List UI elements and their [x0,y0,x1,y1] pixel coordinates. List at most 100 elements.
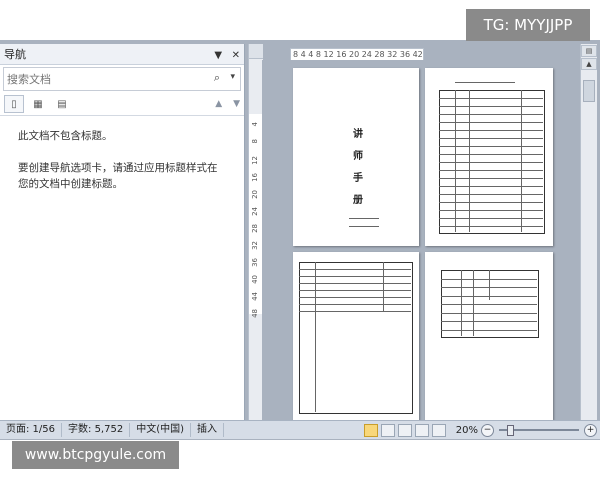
nav-message-1: 此文档不包含标题。 [18,130,113,142]
tab-results-icon[interactable]: ▤ [52,95,72,113]
ruler-tick-label: 4 [251,122,259,127]
table-col [473,270,474,336]
nav-title: 导航 [4,48,26,61]
close-icon[interactable]: ✕ [232,50,240,61]
page-heading-line [455,82,515,83]
table-row [439,186,543,187]
document-area[interactable]: 讲 师 手 册 [262,60,580,420]
nav-dropdown-icon[interactable]: ▼ [214,50,222,61]
ruler-tick-label: 20 [251,190,259,199]
table-row [439,210,543,211]
cover-title: 讲 师 手 册 [351,124,365,212]
cover-line [349,218,379,219]
zoom-knob[interactable] [507,425,514,436]
table-row [441,278,537,280]
zoom-slider[interactable] [499,425,579,436]
nav-controls: ▼ ✕ [208,48,240,61]
ruler-tick-label: 28 [251,224,259,233]
vertical-ruler-scale: 4 8 12 16 20 24 28 32 36 40 44 48 [249,114,263,318]
table-row [299,311,411,312]
nav-message-2: 要创建导航选项卡，请通过应用标题样式在您的文档中创建标题。 [18,162,218,190]
title-char: 手 [353,173,363,184]
table-row [299,297,411,298]
scroll-thumb[interactable] [583,80,595,102]
print-layout-icon[interactable] [363,423,378,437]
table-row [299,283,411,284]
page-1[interactable]: 讲 师 手 册 [293,68,419,246]
ruler-icon[interactable]: ▤ [581,45,597,57]
table-row [439,114,543,115]
ruler-tick-label: 12 [251,156,259,165]
search-icon[interactable]: ⌕ [214,71,220,85]
outline-icon[interactable] [414,423,429,437]
status-bar: 页面: 1/56 字数: 5,752 中文(中国) 插入 20% − + [0,420,600,439]
ruler-tick-label: 8 [251,139,259,144]
table-row [439,130,543,131]
zoom-control: 20% − + [456,423,600,437]
page-count[interactable]: 页面: 1/56 [0,423,63,437]
title-char: 册 [353,195,363,206]
ruler-tick-label: 48 [251,309,259,318]
table-row [299,304,411,305]
table-col [461,270,462,336]
table-row [439,138,543,139]
zoom-out-icon[interactable]: − [481,423,494,437]
tab-headings-icon[interactable]: ▯ [4,95,24,113]
watermark-bottom: www.btcpgyule.com [12,441,179,469]
table-row [441,295,537,297]
ruler-tick-label: 40 [251,275,259,284]
table-row [299,290,411,291]
search-input[interactable] [4,71,199,87]
web-layout-icon[interactable] [397,423,412,437]
table-row [439,154,543,155]
reading-layout-icon[interactable] [380,423,395,437]
zoom-level[interactable]: 20% [456,425,478,436]
ruler-tick-label: 44 [251,292,259,301]
table-row [441,304,537,305]
nav-search-box[interactable]: ⌕ ▾ [3,67,241,91]
nav-tabs: ▯ ▦ ▤ ▲ ▼ [0,93,244,116]
nav-message: 此文档不包含标题。 要创建导航选项卡，请通过应用标题样式在您的文档中创建标题。 [0,116,244,220]
table-row [439,162,543,163]
table-row [439,226,543,227]
ruler-tick-label: 24 [251,207,259,216]
table-row [439,122,543,123]
ruler-toggle-icon[interactable] [249,44,263,59]
title-char: 讲 [353,129,363,140]
next-icon[interactable]: ▼ [233,99,240,109]
table-row [441,329,537,331]
table-row [439,178,543,179]
ruler-tick-label: 16 [251,173,259,182]
page-4[interactable] [425,252,553,420]
vertical-scrollbar[interactable]: ▤ ▲ [580,44,597,420]
nav-header: 导航 ▼ ✕ [0,44,244,65]
word-count[interactable]: 字数: 5,752 [62,423,131,437]
page-2[interactable] [425,68,553,246]
navigation-pane: 导航 ▼ ✕ ⌕ ▾ ▯ ▦ ▤ ▲ ▼ 此文档不包含标题。 要创建导航选项卡，… [0,44,245,420]
watermark-top: TG: MYYJJPP [466,9,590,41]
table-row [441,321,537,322]
cover-line [349,226,379,227]
chevron-down-icon[interactable]: ▾ [230,72,235,82]
table-row [439,106,543,107]
table-row [299,269,411,270]
table-row [299,276,411,277]
view-buttons [361,423,446,437]
previous-icon[interactable]: ▲ [215,99,222,109]
page-3[interactable] [293,252,419,420]
vertical-ruler: 4 8 12 16 20 24 28 32 36 40 44 48 [248,44,263,420]
table-row [439,202,543,203]
table-row [439,194,543,195]
draft-icon[interactable] [431,423,446,437]
table-col [315,262,316,412]
table-row [439,218,543,219]
scroll-up-icon[interactable]: ▲ [581,58,597,70]
insert-mode[interactable]: 插入 [191,423,225,437]
language[interactable]: 中文(中国) [130,423,192,437]
title-char: 师 [353,151,363,162]
table-row [439,170,543,171]
table-row [441,312,537,314]
tab-pages-icon[interactable]: ▦ [28,95,48,113]
zoom-in-icon[interactable]: + [584,423,597,437]
table-row [439,146,543,147]
